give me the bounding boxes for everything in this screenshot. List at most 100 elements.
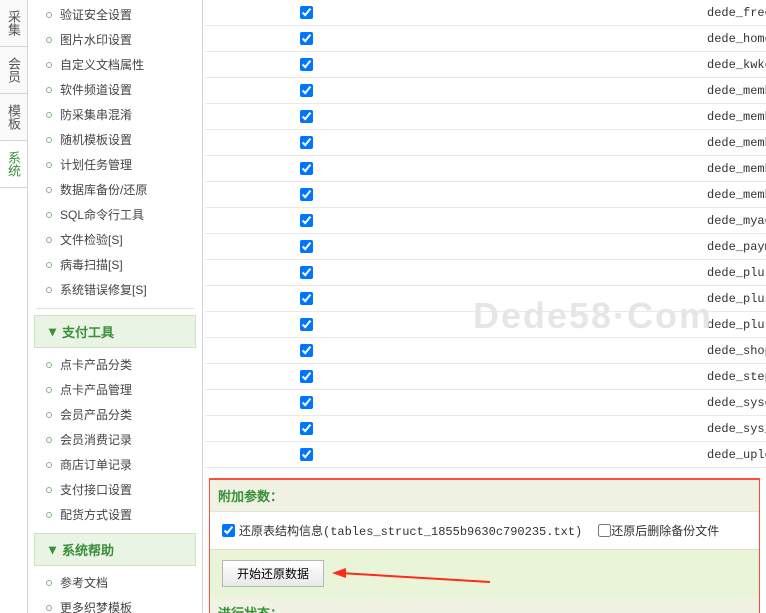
sidebar-item[interactable]: 验证安全设置 xyxy=(28,2,202,27)
sidebar-item[interactable]: 点卡产品管理 xyxy=(28,377,202,402)
bullet-icon xyxy=(46,212,52,218)
sidebar-item[interactable]: 系统错误修复[S] xyxy=(28,277,202,302)
bullet-icon xyxy=(46,187,52,193)
backup-file-checkbox[interactable] xyxy=(300,344,313,357)
sidebar-item[interactable]: 防采集串混淆 xyxy=(28,102,202,127)
bullet-icon xyxy=(46,412,52,418)
table-row: dede_payment_0_ba57853e280 xyxy=(205,234,766,260)
backup-file-checkbox[interactable] xyxy=(300,188,313,201)
sidebar-item[interactable]: 文件检验[S] xyxy=(28,227,202,252)
bullet-icon xyxy=(46,62,52,68)
sidebar-item[interactable]: 商店订单记录 xyxy=(28,452,202,477)
sidebar-item-label: 计划任务管理 xyxy=(60,156,132,173)
tab-member[interactable]: 会员 xyxy=(0,47,27,94)
backup-file-name: dede_plus_0_06ec9e16b08b xyxy=(587,266,766,280)
sidebar-item-label: 会员产品分类 xyxy=(60,406,132,423)
sidebar-item[interactable]: 随机模板设置 xyxy=(28,127,202,152)
sidebar-item-label: 会员消费记录 xyxy=(60,431,132,448)
backup-file-name: dede_sysconfig_0_a652f42828 xyxy=(587,396,766,410)
table-row: dede_freelist_0_c9737637e3 xyxy=(205,0,766,26)
backup-file-name: dede_member_stowtype_0_03fef92 xyxy=(587,162,766,176)
sidebar-item[interactable]: 会员产品分类 xyxy=(28,402,202,427)
sidebar-item[interactable]: 配货方式设置 xyxy=(28,502,202,527)
divider xyxy=(36,308,194,309)
bullet-icon xyxy=(46,605,52,611)
backup-file-checkbox[interactable] xyxy=(300,370,313,383)
backup-file-checkbox[interactable] xyxy=(300,318,313,331)
sidebar-header[interactable]: ▾系统帮助 xyxy=(34,533,196,566)
backup-file-checkbox[interactable] xyxy=(300,110,313,123)
sidebar-header[interactable]: ▾支付工具 xyxy=(34,315,196,348)
backup-file-checkbox[interactable] xyxy=(300,292,313,305)
restore-struct-label: 还原表结构信息(tables_struct_1855b9630c790235.t… xyxy=(239,522,582,539)
backup-file-checkbox[interactable] xyxy=(300,58,313,71)
sidebar-item[interactable]: 点卡产品分类 xyxy=(28,352,202,377)
sidebar-item[interactable]: 软件频道设置 xyxy=(28,77,202,102)
sidebar-item-label: SQL命令行工具 xyxy=(60,206,144,223)
bullet-icon xyxy=(46,262,52,268)
sidebar-item[interactable]: SQL命令行工具 xyxy=(28,202,202,227)
backup-file-name: dede_member_group_0_2becae84 xyxy=(587,110,766,124)
table-row: dede_member_stowtype_0_03fef92 xyxy=(205,156,766,182)
backup-file-checkbox[interactable] xyxy=(300,266,313,279)
table-row: dede_shops_delivery_0_ce5f8aa xyxy=(205,338,766,364)
backup-file-checkbox[interactable] xyxy=(300,6,313,19)
sidebar-item[interactable]: 自定义文档属性 xyxy=(28,52,202,77)
table-row: dede_sys_module_0_3a8649d57 xyxy=(205,416,766,442)
backup-file-name: dede_myad_0_7c1e807bcead xyxy=(587,214,766,228)
bullet-icon xyxy=(46,37,52,43)
table-row: dede_uploads_0_354f294fafc xyxy=(205,442,766,468)
main-content: Dede58·Com dede_freelist_0_c9737637e3ded… xyxy=(203,0,766,613)
tab-system[interactable]: 系统 xyxy=(0,141,27,188)
bullet-icon xyxy=(46,162,52,168)
backup-file-checkbox[interactable] xyxy=(300,136,313,149)
backup-file-checkbox[interactable] xyxy=(300,32,313,45)
arrow-annotation xyxy=(330,564,490,584)
backup-file-checkbox[interactable] xyxy=(300,214,313,227)
table-row: dede_kwkeyword_0_b6dce07577 xyxy=(205,52,766,78)
delete-after-checkbox[interactable] xyxy=(598,524,611,537)
sidebar-item-label: 数据库备份/还原 xyxy=(60,181,147,198)
backup-file-checkbox[interactable] xyxy=(300,396,313,409)
sidebar-item[interactable]: 图片水印设置 xyxy=(28,27,202,52)
backup-file-checkbox[interactable] xyxy=(300,84,313,97)
table-row: dede_member_person_0_e319f1d3 xyxy=(205,130,766,156)
tab-template[interactable]: 模板 xyxy=(0,94,27,141)
chevron-down-icon: ▾ xyxy=(49,541,56,558)
backup-file-checkbox[interactable] xyxy=(300,240,313,253)
tab-collect[interactable]: 采集 xyxy=(0,0,27,47)
sidebar-item-label: 验证安全设置 xyxy=(60,6,132,23)
restore-struct-checkbox[interactable] xyxy=(222,524,235,537)
sidebar-item-label: 参考文档 xyxy=(60,574,108,591)
sidebar-item-label: 更多织梦模板 xyxy=(60,599,132,613)
table-row: dede_member_type_0_0b5d6a4e5 xyxy=(205,182,766,208)
sidebar-item[interactable]: 病毒扫描[S] xyxy=(28,252,202,277)
backup-file-name: dede_freelist_0_c9737637e3 xyxy=(587,6,766,20)
sidebar-item[interactable]: 会员消费记录 xyxy=(28,427,202,452)
start-restore-button[interactable]: 开始还原数据 xyxy=(222,560,324,587)
sidebar-item-label: 防采集串混淆 xyxy=(60,106,132,123)
bullet-icon xyxy=(46,362,52,368)
backup-file-checkbox[interactable] xyxy=(300,422,313,435)
sidebar-item[interactable]: 参考文档 xyxy=(28,570,202,595)
bullet-icon xyxy=(46,287,52,293)
backup-file-name: dede_homepageset_0_9c57a372b xyxy=(587,32,766,46)
sidebar-item-label: 商店订单记录 xyxy=(60,456,132,473)
backup-file-checkbox[interactable] xyxy=(300,448,313,461)
bullet-icon xyxy=(46,387,52,393)
table-row: dede_member_0_8e45069e57a xyxy=(205,78,766,104)
bullet-icon xyxy=(46,512,52,518)
backup-file-name: dede_shops_delivery_0_ce5f8aa xyxy=(587,344,766,358)
sidebar-item[interactable]: 数据库备份/还原 xyxy=(28,177,202,202)
bullet-icon xyxy=(46,237,52,243)
backup-file-name: dede_plus_changyan_setting_0_7152 xyxy=(587,292,766,306)
vertical-tabs: 采集 会员 模板 系统 xyxy=(0,0,28,613)
backup-file-checkbox[interactable] xyxy=(300,162,313,175)
sidebar-item[interactable]: 计划任务管理 xyxy=(28,152,202,177)
bullet-icon xyxy=(46,12,52,18)
backup-files-table: dede_freelist_0_c9737637e3 dede_homepages… xyxy=(203,0,766,468)
params-section: 附加参数： 还原表结构信息(tables_struct_1855b9630c79… xyxy=(209,478,760,613)
sidebar-item[interactable]: 更多织梦模板 xyxy=(28,595,202,613)
bullet-icon xyxy=(46,137,52,143)
sidebar-item[interactable]: 支付接口设置 xyxy=(28,477,202,502)
